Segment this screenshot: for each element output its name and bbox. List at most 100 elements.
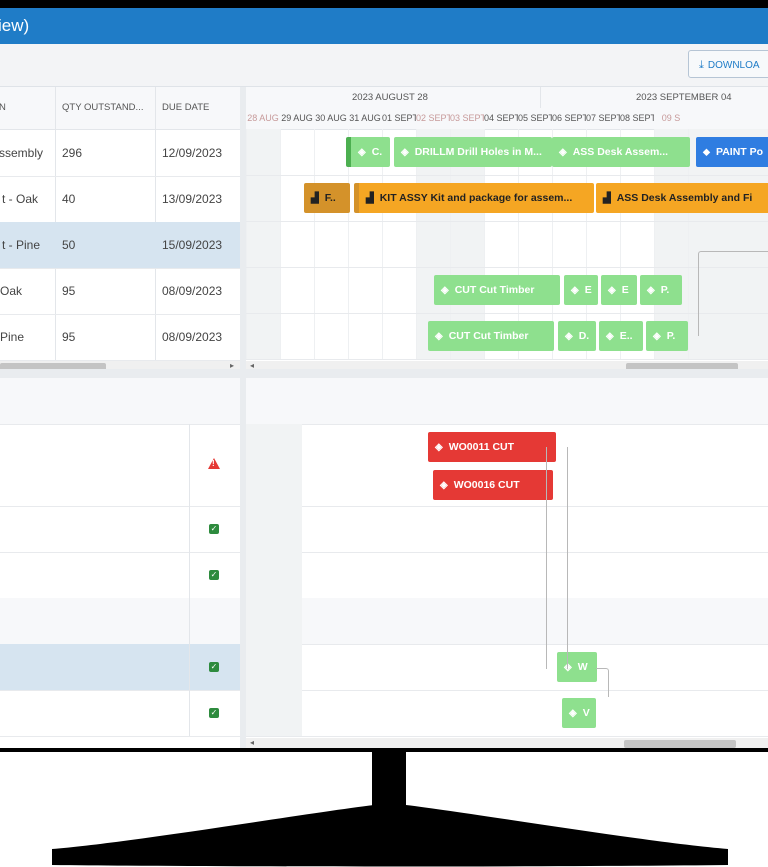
work-order-bar[interactable]: ◈ WO0016 CUT (433, 470, 553, 500)
layers-icon: ◈ (565, 331, 573, 342)
day-label: 03 SEPT (450, 113, 484, 123)
day-label: 09 S (661, 113, 681, 123)
cell-due: 12/09/2023 (162, 146, 223, 160)
operation-bar[interactable]: ⬥ PAINT Po (696, 137, 768, 167)
cell-name: Oak (0, 284, 23, 298)
day-label: 28 AUG (247, 113, 279, 123)
layers-icon: ◈ (608, 285, 616, 296)
cell-name: t - Oak (2, 192, 39, 206)
dependency-connector (596, 668, 609, 697)
checked-icon[interactable]: ✓ (209, 570, 219, 580)
operation-bar[interactable]: ▟ ASS Desk Assembly and Fi (596, 183, 768, 213)
checked-icon[interactable]: ✓ (209, 708, 219, 718)
week-label: 2023 AUGUST 28 (352, 92, 428, 103)
layers-icon: ◈ (647, 285, 655, 296)
pin-icon: ⬥ (703, 147, 710, 158)
forklift-icon: ▟ (603, 193, 611, 204)
day-label: 30 AUG (315, 113, 347, 123)
week-divider (540, 87, 541, 108)
table-row-selected[interactable]: ✓ (0, 644, 240, 691)
operation-bar[interactable]: ◈ E (564, 275, 598, 305)
layers-icon: ◈ (653, 331, 661, 342)
table-row[interactable]: Pine 95 08/09/2023 (0, 314, 240, 361)
lower-gantt-scrollbar[interactable]: ◂ (246, 738, 768, 748)
operation-bar[interactable]: ◈ E (601, 275, 637, 305)
forklift-icon: ▟ (366, 193, 374, 204)
app-screen: iew) ⤓ DOWNLOA N QTY OUTSTAND... DUE DATE… (0, 8, 768, 748)
title-bar: iew) (0, 8, 768, 44)
day-label: 01 SEPT (382, 113, 416, 123)
gantt-day-header: 28 AUG 29 AUG 30 AUG 31 AUG 01 SEPT 02 S… (246, 108, 768, 130)
operation-bar[interactable]: ◈ P. (640, 275, 682, 305)
operation-bar[interactable]: ◈ CUT Cut Timber (434, 275, 560, 305)
gantt-horizontal-scrollbar[interactable]: ◂ (246, 361, 768, 369)
cell-due: 08/09/2023 (162, 284, 223, 298)
layers-icon: ◈ (571, 285, 579, 296)
work-order-bar[interactable]: ◈ V (562, 698, 596, 728)
operation-bar[interactable]: ▟ F.. (304, 183, 350, 213)
header-due-date[interactable]: DUE DATE (162, 87, 209, 129)
section-divider (0, 369, 768, 378)
gantt-group-row (246, 378, 768, 425)
operation-bar[interactable]: ◈ C. (346, 137, 390, 167)
operation-bar[interactable]: ▟ KIT ASSY Kit and package for assem... (354, 183, 594, 213)
group-row[interactable] (0, 378, 240, 425)
gantt-row (246, 644, 768, 691)
day-label: 04 SEPT (484, 113, 518, 123)
layers-icon: ◈ (435, 331, 443, 342)
table-row[interactable]: ✓ (0, 690, 240, 737)
cell-qty: 296 (62, 146, 83, 160)
monitor-base (52, 805, 728, 867)
layers-icon: ◈ (559, 147, 567, 158)
gantt-row (246, 506, 768, 553)
table-row-selected[interactable]: t - Pine 50 15/09/2023 (0, 222, 240, 269)
checked-icon[interactable]: ✓ (209, 524, 219, 534)
group-row[interactable] (0, 598, 240, 645)
forklift-icon: ▟ (311, 193, 319, 204)
table-row[interactable]: t - Oak 40 13/09/2023 (0, 176, 240, 223)
download-icon: ⤓ (699, 59, 704, 71)
table-row[interactable]: ✓ (0, 506, 240, 553)
gantt-group-row (246, 598, 768, 645)
day-label: 08 SEPT (620, 113, 654, 123)
layers-icon: ◈ (401, 147, 409, 158)
column-divider (189, 424, 190, 736)
cell-name: Pine (0, 330, 25, 344)
day-label: 07 SEPT (586, 113, 620, 123)
checked-icon[interactable]: ✓ (209, 662, 219, 672)
operation-bar[interactable]: ◈ D. (558, 321, 596, 351)
operation-bar[interactable]: ◈ ASS Desk Assem... (552, 137, 690, 167)
orders-grid: N QTY OUTSTAND... DUE DATE ssembly 296 1… (0, 87, 240, 373)
scroll-left-arrow-icon[interactable]: ◂ (250, 361, 254, 369)
gantt-week-header: 2023 AUGUST 28 2023 SEPTEMBER 04 (246, 87, 768, 109)
gantt-row (246, 221, 768, 268)
table-row[interactable]: Oak 95 08/09/2023 (0, 268, 240, 315)
header-qty-outstanding[interactable]: QTY OUTSTAND... (62, 87, 143, 129)
operation-bar[interactable]: ◈ E.. (599, 321, 643, 351)
download-button[interactable]: ⤓ DOWNLOA (688, 50, 768, 78)
dependency-connector (546, 447, 568, 669)
toolbar: ⤓ DOWNLOA (0, 44, 768, 87)
gantt-row (246, 690, 768, 737)
operation-bar[interactable]: ◈ DRILLM Drill Holes in M... (394, 137, 552, 167)
cell-name: ssembly (0, 146, 44, 160)
table-row[interactable]: ! (0, 424, 240, 507)
scrollbar-thumb[interactable] (624, 740, 736, 748)
work-order-bar[interactable]: ◈ WO0011 CUT (428, 432, 556, 462)
monitor-stand (372, 752, 406, 808)
day-label: 29 AUG (281, 113, 313, 123)
scroll-left-arrow-icon[interactable]: ◂ (250, 738, 254, 747)
day-label: 02 SEPT (416, 113, 450, 123)
table-row[interactable]: ssembly 296 12/09/2023 (0, 130, 240, 177)
operation-bar[interactable]: ◈ CUT Cut Timber (428, 321, 554, 351)
table-row[interactable]: ✓ (0, 552, 240, 599)
operation-bar[interactable]: ◈ P. (646, 321, 688, 351)
cell-due: 13/09/2023 (162, 192, 223, 206)
gantt-row (246, 552, 768, 599)
work-orders-panel: ! ✓ ✓ ✓ ✓ ◈ WO0011 CUT ◈ WO0016 CUT ◈ W … (0, 378, 768, 748)
header-name[interactable]: N (0, 87, 6, 129)
cell-qty: 95 (62, 330, 76, 344)
weekend-column (246, 424, 302, 736)
gantt-body: ◈ C. ◈ DRILLM Drill Holes in M... ◈ ASS Des… (246, 129, 768, 360)
cell-due: 15/09/2023 (162, 238, 223, 252)
